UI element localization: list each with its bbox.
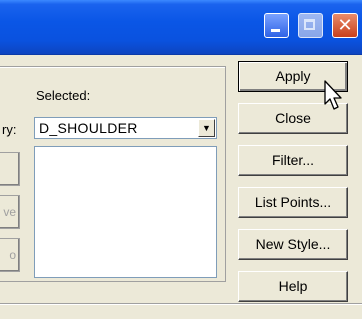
maximize-button[interactable] <box>298 13 323 38</box>
selected-listbox[interactable] <box>34 146 217 278</box>
bottom-panel-edge <box>0 303 362 319</box>
help-button[interactable]: Help <box>238 271 348 302</box>
close-icon: ✕ <box>337 15 353 35</box>
mouse-pointer-icon <box>324 80 342 110</box>
list-points-button[interactable]: List Points... <box>238 187 348 218</box>
minimize-icon <box>271 29 280 32</box>
category-label: ry: <box>2 122 17 137</box>
chevron-down-icon[interactable]: ▼ <box>198 119 215 137</box>
filter-button[interactable]: Filter... <box>238 145 348 176</box>
left-button-stub-1[interactable] <box>0 152 20 186</box>
close-window-button[interactable]: ✕ <box>332 13 358 38</box>
left-button-stub-3[interactable]: o <box>0 238 20 272</box>
title-bar[interactable]: ✕ <box>0 0 362 55</box>
selected-combobox[interactable]: D_SHOULDER ▼ <box>34 117 217 139</box>
new-style-button[interactable]: New Style... <box>238 229 348 260</box>
left-button-stub-2[interactable]: ve <box>0 195 20 229</box>
minimize-button[interactable] <box>264 13 289 38</box>
maximize-icon <box>304 19 315 30</box>
selected-label: Selected: <box>36 88 91 103</box>
selected-combobox-value: D_SHOULDER <box>39 120 138 136</box>
